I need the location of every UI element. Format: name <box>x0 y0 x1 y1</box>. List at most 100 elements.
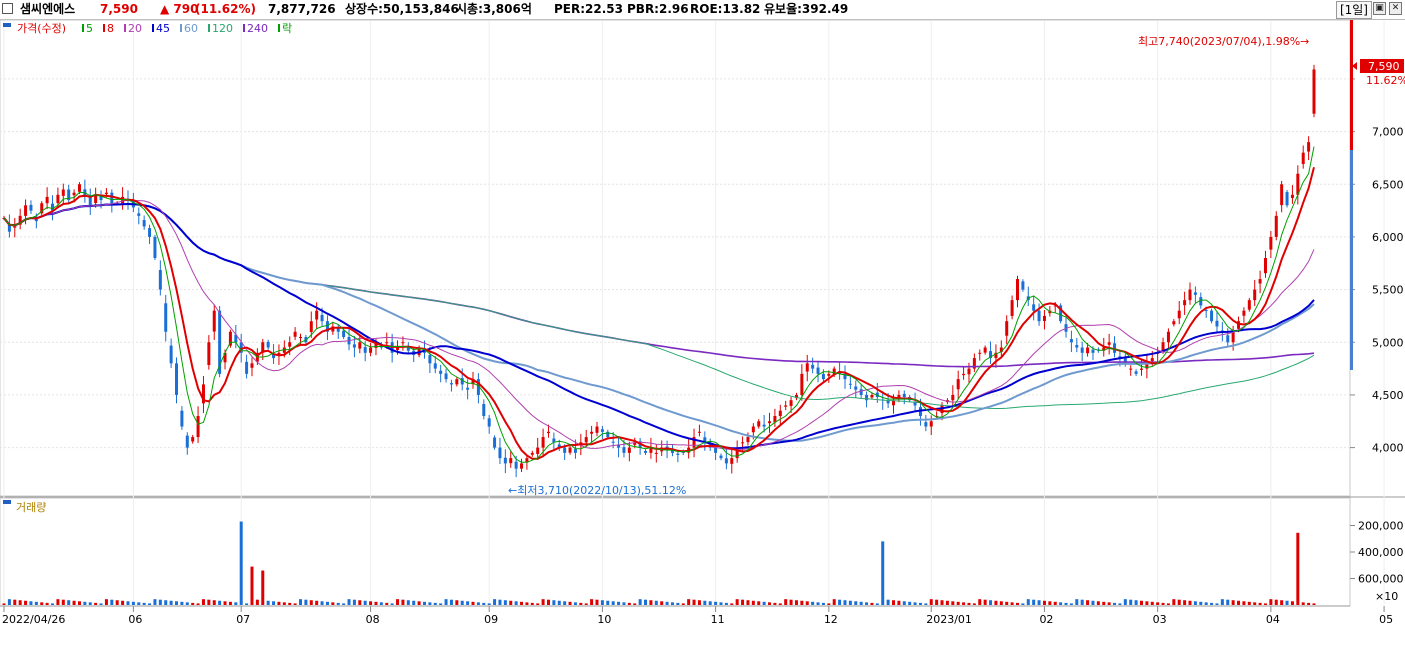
candle-body <box>315 310 319 320</box>
volume-bar <box>848 600 852 605</box>
candle-body <box>1210 310 1214 322</box>
candle-body <box>363 347 367 353</box>
volume-bar <box>266 600 270 605</box>
legend-item: 120 <box>212 22 233 35</box>
volume-bar <box>1139 600 1143 605</box>
volume-bar <box>1231 600 1235 605</box>
candle-body <box>342 330 346 337</box>
candle-body <box>153 236 157 258</box>
candle-body <box>1075 345 1079 348</box>
last-price-label: 7,590 <box>1368 60 1400 73</box>
candle-body <box>358 342 362 349</box>
volume-bar <box>708 601 712 605</box>
volume-bar <box>272 601 276 605</box>
candle-body <box>520 463 524 469</box>
candle-body <box>293 331 297 337</box>
high-annotation: 최고7,740(2023/07/04),1.98%→ <box>1138 35 1309 48</box>
volume-bar <box>1064 602 1068 605</box>
volume-bar <box>913 602 917 605</box>
candle-body <box>369 347 373 353</box>
date-axis: 2022/04/26060708091011122023/01020304050… <box>0 605 1393 626</box>
volume-bar <box>304 599 308 605</box>
stock-chart[interactable]: 4,000 4,500 5,000 5,500 6,000 6,500 7,000 600,… <box>0 0 1405 648</box>
volume-bar <box>24 600 28 605</box>
candle-body <box>870 394 874 398</box>
candle-body <box>724 458 728 464</box>
volume-bar <box>600 600 604 605</box>
volume-bar <box>611 601 615 605</box>
volume-bar <box>185 602 189 605</box>
candle-body <box>627 447 631 453</box>
candle-body <box>288 342 292 347</box>
volume-bar <box>83 601 87 605</box>
candle-body <box>983 347 987 353</box>
volume-bar <box>148 603 152 605</box>
volume-bar <box>1069 603 1073 605</box>
candle-body <box>401 342 405 344</box>
volume-bar <box>299 599 303 605</box>
volume-bar <box>1204 602 1208 605</box>
volume-bar <box>945 600 949 605</box>
volume-bar <box>762 601 766 605</box>
volume-bar <box>999 601 1003 605</box>
candle-body <box>1231 331 1235 343</box>
volume-bar <box>660 601 664 605</box>
candle-body <box>299 337 303 338</box>
volume-bar <box>724 602 728 605</box>
volume-bar <box>72 600 76 605</box>
candle-body <box>142 220 146 227</box>
volume-bar <box>1188 600 1192 605</box>
volume-bar <box>1199 601 1203 605</box>
volume-bar <box>1015 602 1019 605</box>
candle-body <box>865 394 869 401</box>
volume-bar <box>1263 603 1267 605</box>
volume-bar <box>816 602 820 605</box>
candle-body <box>784 405 788 407</box>
candle-body <box>719 455 723 459</box>
volume-bar <box>320 601 324 605</box>
candle-body <box>498 447 502 459</box>
volume-bar <box>1237 600 1241 605</box>
candle-body <box>1242 310 1246 316</box>
volume-bar <box>962 602 966 605</box>
candle-body <box>1021 281 1025 290</box>
x-tick-label: 09 <box>484 613 498 626</box>
candle-body <box>730 458 734 464</box>
candle-body <box>1177 310 1181 319</box>
volume-bar <box>239 521 243 605</box>
volume-bar <box>638 599 642 605</box>
candle-body <box>191 437 195 442</box>
volume-bar <box>757 601 761 605</box>
candle-body <box>811 364 815 369</box>
volume-bar <box>77 601 81 605</box>
candle-body <box>61 189 65 196</box>
volume-bar <box>1059 602 1063 605</box>
candle-body <box>1139 368 1143 370</box>
volume-bar <box>1285 600 1289 605</box>
volume-bar <box>1145 601 1149 605</box>
volume-bar <box>433 602 437 605</box>
candle-body <box>590 431 594 434</box>
volume-bar <box>34 601 38 605</box>
y-tick-label: 6,500 <box>1372 178 1404 191</box>
volume-bar <box>282 602 286 605</box>
volume-bar <box>482 602 486 605</box>
candle-body <box>175 363 179 395</box>
volume-bar <box>422 601 426 605</box>
volume-bar <box>137 602 141 605</box>
candle-body <box>546 431 550 434</box>
axis-down-band <box>1350 150 1353 370</box>
candle-body <box>1129 368 1133 370</box>
candle-body <box>1166 331 1170 343</box>
volume-bar <box>1280 600 1284 605</box>
volume-bar <box>1134 600 1138 605</box>
volume-bar <box>1183 600 1187 605</box>
candle-body <box>266 341 270 348</box>
volume-bar <box>520 601 524 605</box>
volume-bar <box>444 599 448 605</box>
volume-bar <box>1107 602 1111 605</box>
candle-body <box>385 342 389 344</box>
volume-bar <box>1113 602 1117 605</box>
candle-body <box>148 228 152 237</box>
volume-bar <box>703 600 707 605</box>
